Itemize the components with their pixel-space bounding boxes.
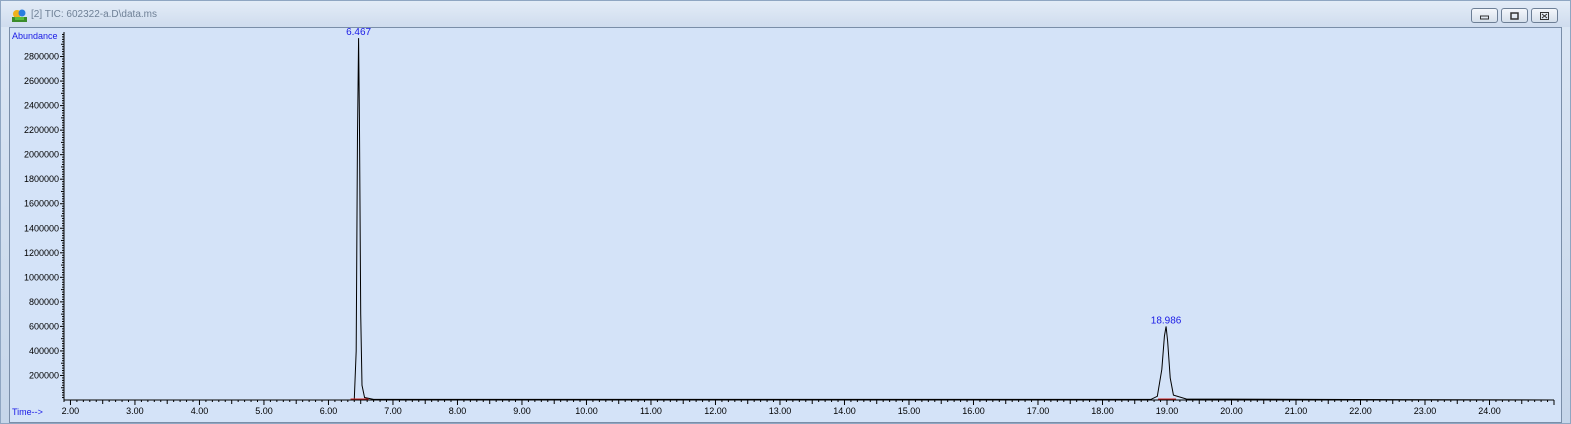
y-tick-label: 1200000 <box>24 248 59 258</box>
y-tick-label: 2600000 <box>24 76 59 86</box>
x-tick-label: 9.00 <box>513 406 531 416</box>
chromatogram-chart: 200000 400000 600000 800000 1000000 1200000 14… <box>12 28 1555 417</box>
x-tick-label: 12.00 <box>704 406 727 416</box>
y-tick-label: 1000000 <box>24 272 59 282</box>
y-tick-label: 800000 <box>29 297 59 307</box>
x-tick-label: 8.00 <box>449 406 467 416</box>
x-axis: 2.00 3.00 4.00 5.00 6.00 7.00 8.00 9.00 10.00 11.… <box>62 399 1555 416</box>
peak-label: 18.986 <box>1151 315 1182 326</box>
trace-group <box>64 38 1555 401</box>
y-tick-label: 600000 <box>29 321 59 331</box>
x-tick-label: 22.00 <box>1349 406 1372 416</box>
x-tick-label: 20.00 <box>1220 406 1243 416</box>
y-tick-label: 200000 <box>29 370 59 380</box>
minimize-button[interactable] <box>1471 8 1498 23</box>
close-icon <box>1540 11 1549 20</box>
x-tick-label: 2.00 <box>62 406 80 416</box>
x-tick-label: 7.00 <box>384 406 402 416</box>
x-tick-label: 21.00 <box>1285 406 1308 416</box>
tic-trace-line <box>64 38 1555 401</box>
y-axis-label: Abundance <box>12 31 58 41</box>
x-tick-label: 10.00 <box>575 406 598 416</box>
y-tick-label: 2000000 <box>24 150 59 160</box>
x-tick-label: 5.00 <box>255 406 273 416</box>
y-tick-label: 2800000 <box>24 52 59 62</box>
chromatogram-app-icon <box>12 9 27 22</box>
window-title: [2] TIC: 602322-a.D\data.ms <box>31 9 157 20</box>
peak-label: 6.467 <box>346 28 371 38</box>
x-tick-label: 15.00 <box>898 406 921 416</box>
minimize-icon <box>1480 15 1489 19</box>
restore-button[interactable] <box>1501 8 1528 23</box>
chromatogram-window: [2] TIC: 602322-a.D\data.ms 200000 400000… <box>0 0 1571 424</box>
x-tick-label: 17.00 <box>1027 406 1050 416</box>
x-tick-label: 6.00 <box>320 406 338 416</box>
x-tick-label: 18.00 <box>1091 406 1114 416</box>
y-tick-label: 2400000 <box>24 101 59 111</box>
restore-icon <box>1510 11 1519 20</box>
x-tick-label: 24.00 <box>1478 406 1501 416</box>
x-tick-label: 19.00 <box>1156 406 1179 416</box>
window-controls <box>1471 8 1558 23</box>
x-tick-label: 16.00 <box>962 406 985 416</box>
chromatogram-plot-area[interactable]: 200000 400000 600000 800000 1000000 1200000 14… <box>9 27 1562 423</box>
x-tick-label: 13.00 <box>769 406 792 416</box>
peak-label-group: 6.467 18.986 <box>346 28 1182 400</box>
y-tick-label: 2200000 <box>24 125 59 135</box>
x-tick-label: 23.00 <box>1414 406 1437 416</box>
x-axis-label: Time--> <box>12 407 43 417</box>
x-tick-label: 4.00 <box>191 406 209 416</box>
window-titlebar[interactable]: [2] TIC: 602322-a.D\data.ms <box>1 1 1570 27</box>
x-tick-label: 3.00 <box>126 406 144 416</box>
y-tick-label: 400000 <box>29 346 59 356</box>
y-tick-label: 1800000 <box>24 174 59 184</box>
close-button[interactable] <box>1531 8 1558 23</box>
y-tick-label: 1600000 <box>24 199 59 209</box>
y-axis: 200000 400000 600000 800000 1000000 1200000 14… <box>24 32 65 400</box>
x-tick-label: 14.00 <box>833 406 856 416</box>
x-tick-label: 11.00 <box>640 406 662 416</box>
y-tick-label: 1400000 <box>24 223 59 233</box>
